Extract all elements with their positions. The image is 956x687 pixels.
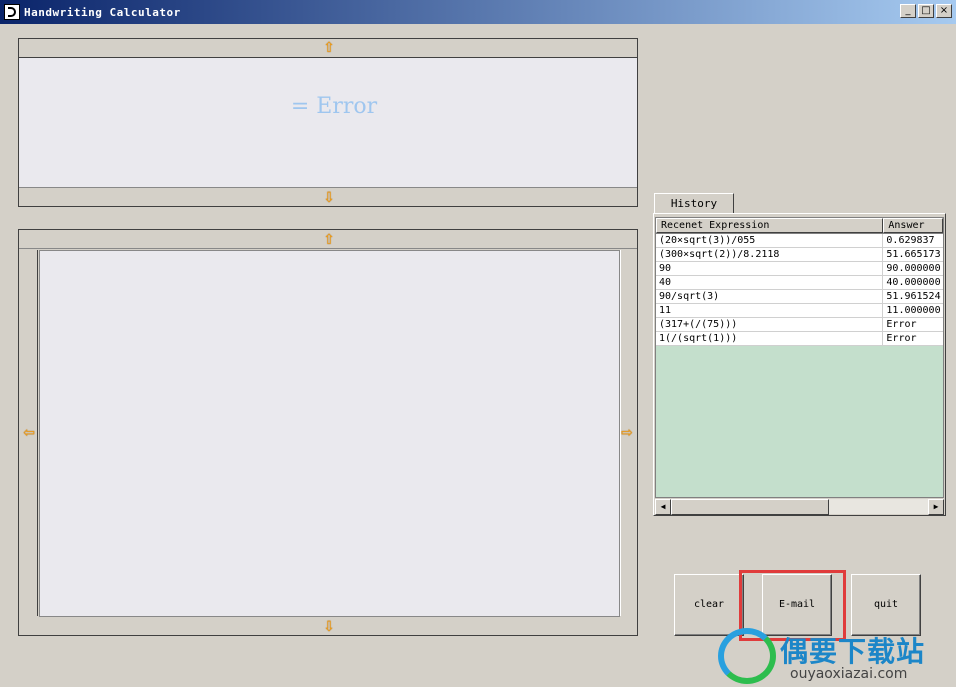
scroll-down-arrow-icon[interactable]: ⇩: [322, 191, 336, 205]
expression-cell: 11: [656, 304, 884, 317]
minimize-button[interactable]: _: [900, 4, 916, 18]
result-text: = Error: [290, 94, 378, 119]
expression-cell: (300×sqrt(2))/8.2118: [656, 248, 884, 261]
expand-down-arrow-icon[interactable]: ⇩: [322, 620, 336, 634]
watermark-en-text: ouyaoxiazai.com: [790, 666, 908, 682]
scroll-up-arrow-icon[interactable]: ⇧: [322, 41, 336, 55]
answer-cell: 51.665173: [886, 249, 941, 260]
history-list[interactable]: Recenet Expression Answer (20×sqrt(3))/0…: [655, 217, 944, 498]
app-icon: [4, 4, 20, 20]
column-header-expression[interactable]: Recenet Expression: [656, 218, 884, 233]
expand-up-arrow-icon[interactable]: ⇧: [322, 233, 336, 247]
column-header-answer[interactable]: Answer: [883, 218, 943, 233]
history-header: Recenet Expression Answer: [656, 218, 943, 234]
expand-left-arrow-icon[interactable]: ⇦: [22, 426, 36, 440]
window-title: Handwriting Calculator: [24, 5, 181, 19]
watermark-logo-icon: [718, 628, 776, 684]
answer-cell: 51.961524: [886, 291, 941, 302]
answer-cell: 0.629837: [886, 235, 935, 246]
title-bar[interactable]: Handwriting Calculator _ □ ×: [0, 0, 956, 24]
scroll-thumb[interactable]: [671, 499, 829, 515]
expression-cell: 1(/(sqrt(1))): [656, 332, 884, 345]
expression-cell: 90/sqrt(3): [656, 290, 884, 303]
table-row[interactable]: (20×sqrt(3))/055 0.629837: [656, 234, 943, 248]
history-hscrollbar[interactable]: ◀ ▶: [655, 498, 944, 515]
answer-cell: Error: [886, 319, 917, 330]
clear-button[interactable]: clear: [674, 574, 744, 636]
table-row[interactable]: 1(/(sqrt(1))) Error: [656, 332, 943, 346]
table-row[interactable]: (317+(/(75))) Error: [656, 318, 943, 332]
answer-cell: 11.000000: [886, 305, 941, 316]
table-row[interactable]: (300×sqrt(2))/8.2118 51.665173: [656, 248, 943, 262]
expression-cell: 40: [656, 276, 884, 289]
answer-cell: 90.000000: [886, 263, 941, 274]
result-display: = Error: [19, 57, 637, 188]
tab-history[interactable]: History: [654, 193, 734, 214]
expression-cell: (20×sqrt(3))/055: [656, 234, 884, 247]
maximize-button[interactable]: □: [918, 4, 934, 18]
table-row[interactable]: 90 90.000000: [656, 262, 943, 276]
close-button[interactable]: ×: [936, 4, 952, 18]
watermark-cn-text: 偶要下载站: [780, 635, 926, 668]
answer-cell: Error: [886, 333, 917, 344]
table-row[interactable]: 40 40.000000: [656, 276, 943, 290]
table-row[interactable]: 11 11.000000: [656, 304, 943, 318]
scroll-right-button[interactable]: ▶: [928, 499, 944, 515]
quit-button[interactable]: quit: [851, 574, 921, 636]
expand-right-arrow-icon[interactable]: ⇨: [620, 426, 634, 440]
expression-cell: (317+(/(75))): [656, 318, 884, 331]
table-row[interactable]: 90/sqrt(3) 51.961524: [656, 290, 943, 304]
handwriting-canvas[interactable]: [39, 250, 620, 617]
watermark: 偶要下载站 ouyaoxiazai.com: [718, 628, 950, 687]
answer-cell: 40.000000: [886, 277, 941, 288]
expression-cell: 90: [656, 262, 884, 275]
scroll-left-button[interactable]: ◀: [655, 499, 671, 515]
